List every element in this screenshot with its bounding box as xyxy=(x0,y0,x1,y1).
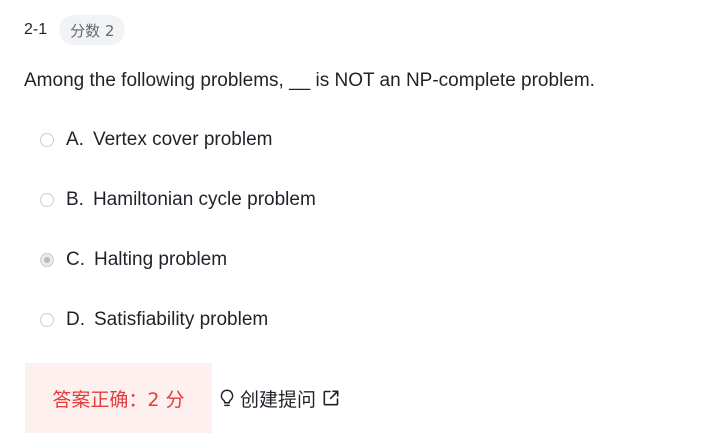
answer-result-text: 答案正确：2 分 xyxy=(52,388,185,411)
option-letter: B. xyxy=(66,189,84,210)
option-a[interactable]: A. Vertex cover problem xyxy=(40,122,316,158)
option-label: Halting problem xyxy=(94,249,228,270)
question-header: 2-1 分数 2 xyxy=(24,14,126,46)
option-label: Satisfiability problem xyxy=(94,309,269,330)
option-letter: C. xyxy=(66,249,85,270)
create-question-link[interactable]: 创建提问 xyxy=(219,385,340,412)
option-letter: D. xyxy=(66,309,85,330)
external-link-icon xyxy=(322,389,340,407)
score-badge: 分数 2 xyxy=(59,15,126,45)
radio-button-c[interactable] xyxy=(40,253,54,267)
option-label: Vertex cover problem xyxy=(92,129,273,150)
options-list: A. Vertex cover problem B. Hamiltonian c… xyxy=(40,122,316,362)
answer-footer: 答案正确：2 分 创建提问 xyxy=(25,363,340,433)
radio-button-b[interactable] xyxy=(40,193,54,207)
create-question-label: 创建提问 xyxy=(240,388,317,411)
radio-button-a[interactable] xyxy=(40,133,54,147)
option-b[interactable]: B. Hamiltonian cycle problem xyxy=(40,182,316,218)
lightbulb-icon xyxy=(219,389,235,407)
answer-result: 答案正确：2 分 xyxy=(25,363,212,433)
question-number: 2-1 xyxy=(24,21,48,38)
option-d[interactable]: D. Satisfiability problem xyxy=(40,302,316,338)
radio-button-d[interactable] xyxy=(40,313,54,327)
option-c[interactable]: C. Halting problem xyxy=(40,242,316,278)
option-letter: A. xyxy=(66,129,84,150)
option-label: Hamiltonian cycle problem xyxy=(92,189,316,210)
question-text: Among the following problems, __ is NOT … xyxy=(24,70,595,91)
